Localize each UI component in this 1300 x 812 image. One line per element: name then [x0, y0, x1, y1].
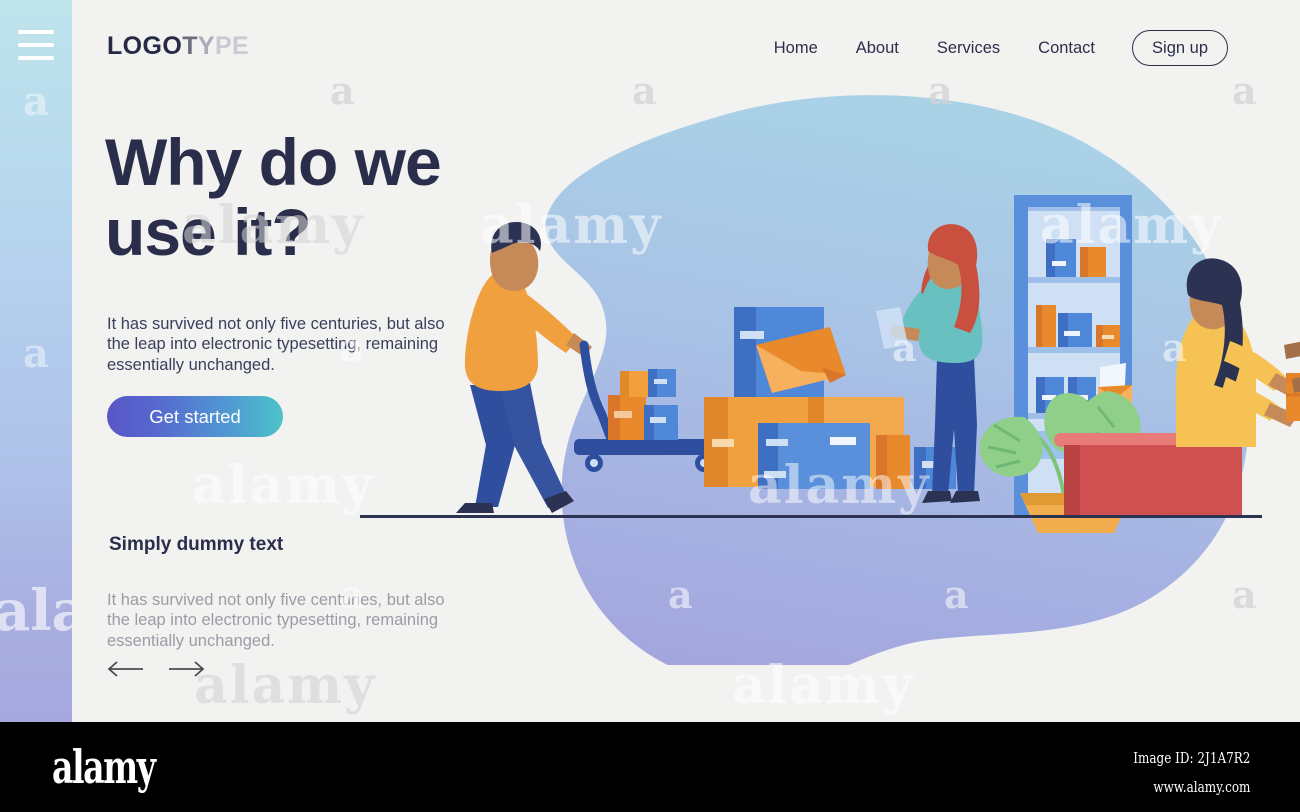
arrow-right-icon[interactable]	[167, 660, 205, 683]
nav-item-about[interactable]: About	[837, 31, 918, 65]
watermark-brand: alamy	[192, 455, 375, 516]
landing-page-canvas: LOGOTYPE Home About Services Contact Sig…	[72, 0, 1300, 722]
hero-lead-text: It has survived not only five centuries,…	[107, 314, 445, 375]
page-title-line1: Why do we	[105, 125, 442, 199]
signup-button[interactable]: Sign up	[1132, 30, 1228, 66]
clerk-handing-parcel	[1176, 258, 1300, 447]
logo-part-3: Y	[197, 32, 215, 60]
website-label: www.alamy.com	[1152, 778, 1250, 797]
main-navigation: Home About Services Contact Sign up	[755, 30, 1300, 66]
get-started-button[interactable]: Get started	[107, 396, 283, 437]
alamy-logo: alamy	[52, 740, 156, 794]
secondary-body-text: It has survived not only five centuries,…	[107, 590, 445, 651]
logo-part-2: T	[182, 32, 198, 60]
site-header: LOGOTYPE Home About Services Contact Sig…	[72, 0, 1300, 94]
screenshot-root: a a alamy LOGOTYPE Home Abo	[0, 0, 1300, 812]
logo-part-4: PE	[214, 32, 250, 60]
logotype[interactable]: LOGOTYPE	[107, 32, 249, 61]
watermark-letter: a	[23, 78, 49, 125]
hamburger-menu-icon[interactable]	[18, 30, 54, 60]
logo-part-1: LOGO	[107, 32, 183, 60]
nav-item-home[interactable]: Home	[755, 31, 837, 65]
watermark-brand: alamy	[194, 655, 377, 716]
nav-item-services[interactable]: Services	[918, 31, 1019, 65]
footer-meta: Image ID: 2J1A7R2 www.alamy.com	[1133, 744, 1250, 803]
ground-line	[360, 515, 1262, 518]
nav-item-contact[interactable]: Contact	[1019, 31, 1114, 65]
left-gradient-rail: a a alamy	[0, 0, 180, 722]
page-title-line2: use it?	[105, 194, 312, 269]
carousel-controls	[107, 660, 205, 683]
watermark-letter: a	[23, 330, 49, 377]
image-id-label: Image ID: 2J1A7R2	[1132, 749, 1250, 767]
secondary-heading: Simply dummy text	[109, 534, 284, 555]
alamy-footer-bar: alamy Image ID: 2J1A7R2 www.alamy.com	[0, 722, 1300, 812]
page-title: Why do we use it?	[105, 125, 535, 269]
arrow-left-icon[interactable]	[107, 660, 145, 683]
